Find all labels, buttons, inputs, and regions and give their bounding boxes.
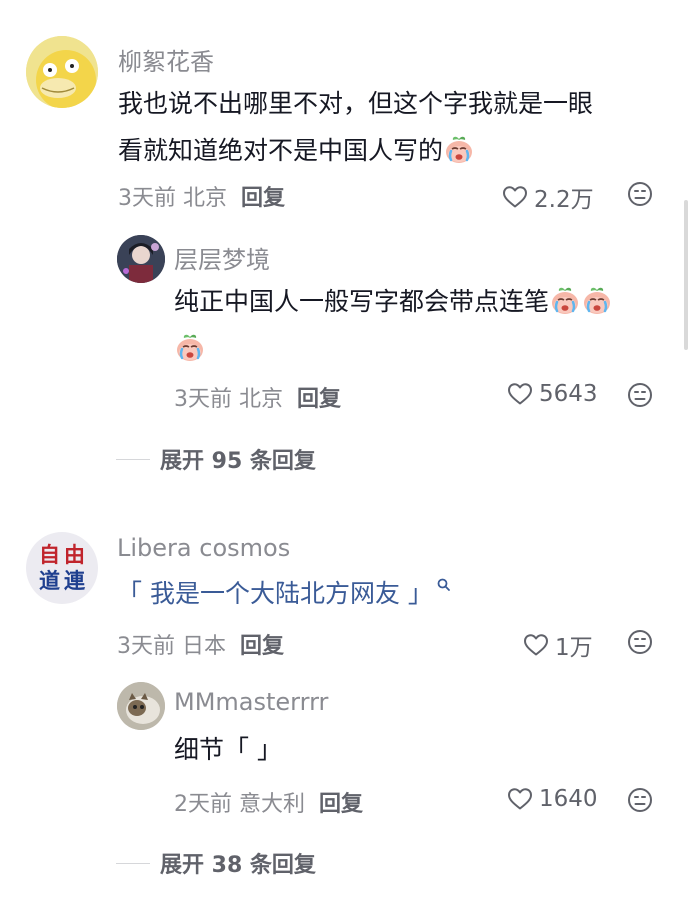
comment-text: 「 我是一个大陆北方网友 」: [117, 570, 677, 617]
avatar-char: 自: [39, 542, 60, 567]
comment-username[interactable]: 柳絮花香: [118, 42, 214, 77]
like-button[interactable]: 5643: [507, 381, 598, 407]
crying-peach-emoji: [549, 284, 581, 316]
divider-line: [116, 458, 150, 460]
reply-button[interactable]: 回复: [319, 792, 363, 817]
smiley-dislike-icon[interactable]: [627, 787, 653, 813]
crying-peach-emoji: [443, 133, 475, 165]
reply-text: 细节「 」: [174, 735, 282, 764]
like-count: 2.2万: [534, 187, 594, 213]
expand-replies-button[interactable]: 展开 38 条回复: [116, 847, 316, 879]
like-button[interactable]: 1640: [507, 786, 598, 812]
reply-username[interactable]: MMmasterrrr: [174, 688, 328, 716]
avatar-char: 道: [39, 568, 60, 593]
heart-outline-icon: [507, 382, 533, 406]
avatar[interactable]: 自 由 道 連: [26, 532, 98, 604]
comment-time-location: 3天前 北京: [118, 186, 227, 211]
heart-outline-icon: [502, 185, 528, 209]
avatar-text-grid: 自 由 道 連: [37, 542, 87, 594]
avatar-char: 連: [64, 568, 85, 593]
reply-text-line: [174, 325, 674, 372]
reply-text-fragment: 纯正中国人一般写字都会带点连笔: [174, 287, 550, 316]
reply-time-location: 2天前 意大利: [174, 792, 305, 817]
expand-replies-label: 展开 95 条回复: [160, 449, 316, 474]
reply-text: 纯正中国人一般写字都会带点连笔: [174, 278, 674, 372]
psyduck-avatar-icon: [26, 36, 98, 108]
like-count: 1万: [555, 635, 593, 661]
smiley-dislike-icon[interactable]: [627, 382, 653, 408]
avatar-char: 由: [64, 542, 85, 567]
comment-text-fragment: 看就知道绝对不是中国人写的: [118, 136, 444, 165]
reply-meta: 2天前 意大利 回复: [174, 786, 363, 818]
like-count: 1640: [539, 786, 598, 812]
reply-button[interactable]: 回复: [241, 186, 285, 211]
crying-peach-emoji: [174, 331, 206, 363]
comment-text: 我也说不出哪里不对，但这个字我就是一眼 看就知道绝对不是中国人写的: [118, 80, 678, 174]
reply-username[interactable]: 层层梦境: [174, 240, 270, 275]
crying-peach-emoji: [581, 284, 613, 316]
keyword-link[interactable]: 「 我是一个大陆北方网友 」: [117, 579, 433, 608]
reply-meta: 3天前 北京 回复: [174, 381, 341, 413]
search-icon[interactable]: [437, 578, 451, 592]
comment-username[interactable]: Libera cosmos: [117, 534, 290, 562]
avatar[interactable]: [117, 235, 165, 283]
smiley-dislike-icon[interactable]: [627, 181, 653, 207]
smiley-dislike-icon[interactable]: [627, 629, 653, 655]
like-count: 5643: [539, 381, 598, 407]
expand-replies-label: 展开 38 条回复: [160, 853, 316, 878]
comment-meta: 3天前 北京 回复: [118, 180, 285, 212]
reply-text-line: 纯正中国人一般写字都会带点连笔: [174, 278, 674, 325]
comment-time-location: 3天前 日本: [117, 634, 226, 659]
anime-avatar-icon: [117, 235, 165, 283]
like-button[interactable]: 1万: [523, 628, 593, 662]
heart-outline-icon: [523, 633, 549, 657]
reply-time-location: 3天前 北京: [174, 387, 283, 412]
expand-replies-button[interactable]: 展开 95 条回复: [116, 443, 316, 475]
cat-photo-avatar-icon: [117, 682, 165, 730]
comment-text-line: 我也说不出哪里不对，但这个字我就是一眼: [118, 89, 594, 118]
like-button[interactable]: 2.2万: [502, 180, 594, 214]
avatar[interactable]: [117, 682, 165, 730]
scrollbar[interactable]: [684, 200, 688, 350]
comment-meta: 3天前 日本 回复: [117, 628, 284, 660]
reply-button[interactable]: 回复: [297, 387, 341, 412]
comment-text-line: 看就知道绝对不是中国人写的: [118, 127, 678, 174]
avatar[interactable]: [26, 36, 98, 108]
divider-line: [116, 862, 150, 864]
reply-button[interactable]: 回复: [240, 634, 284, 659]
heart-outline-icon: [507, 787, 533, 811]
